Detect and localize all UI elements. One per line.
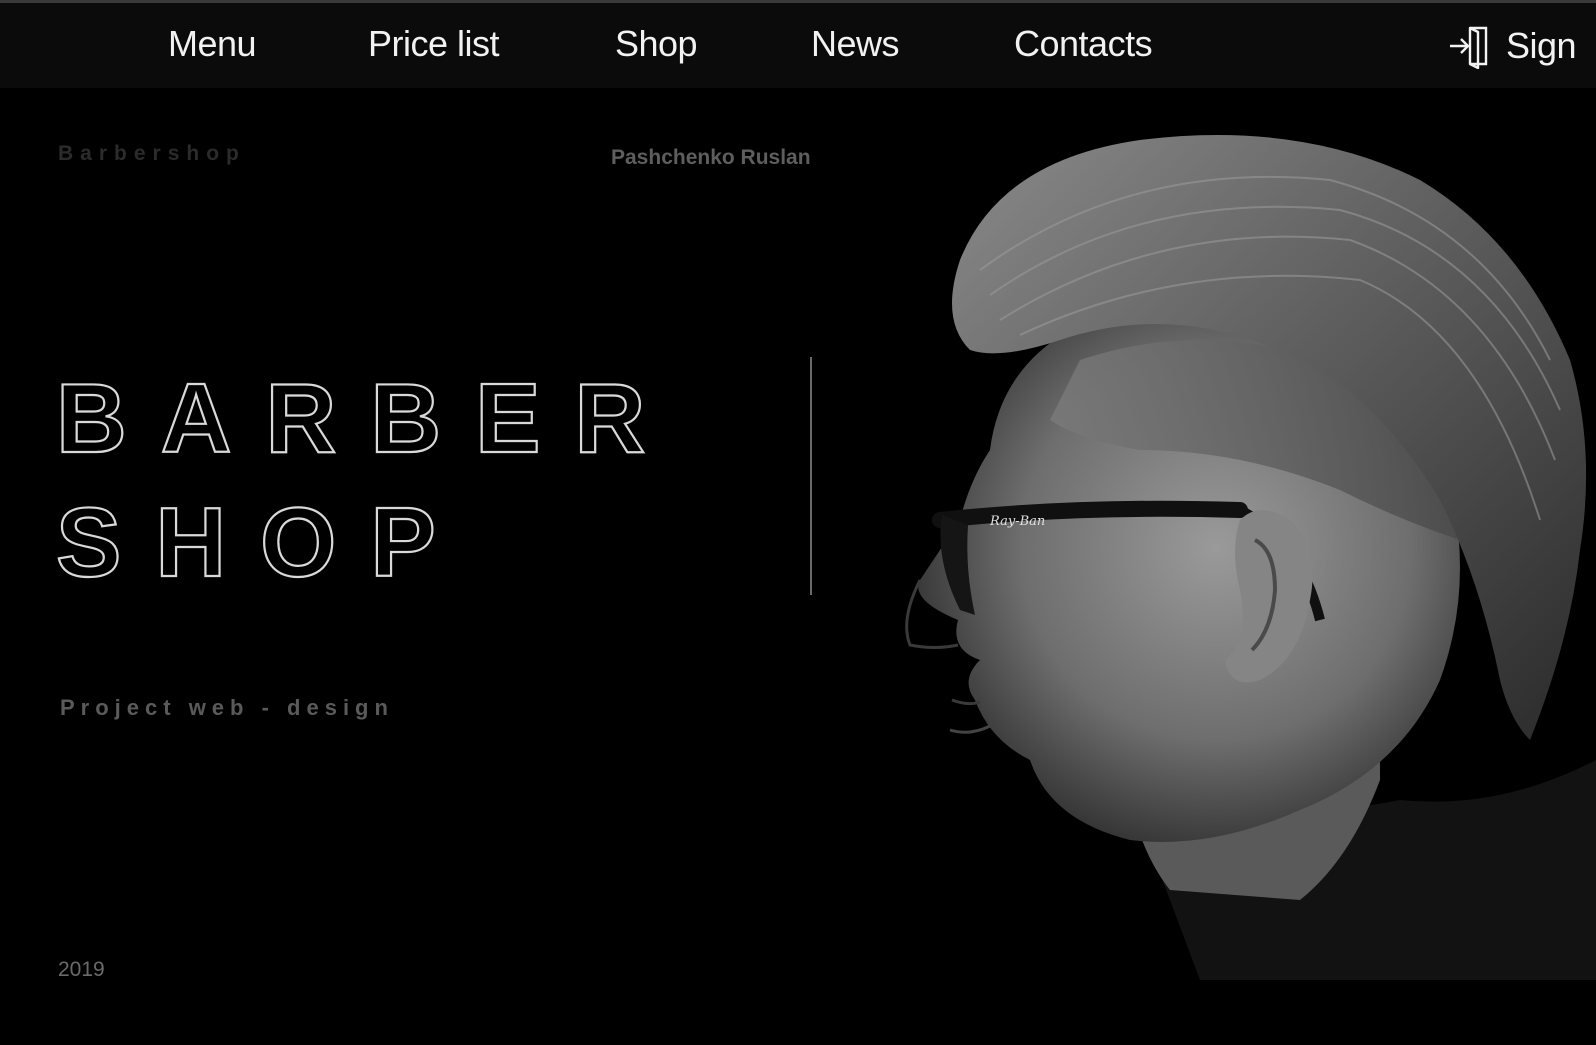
nav-item-shop[interactable]: Shop [615,23,698,65]
sign-in-icon [1448,23,1494,69]
nav-item-news[interactable]: News [811,23,900,65]
nav-item-price-list[interactable]: Price list [368,23,500,65]
top-navigation-bar: Menu Price list Shop News Contacts Sign [0,0,1596,88]
barber-portrait-image: Ray-Ban [905,135,1596,980]
nav-item-menu[interactable]: Menu [168,23,257,65]
nav-item-contacts[interactable]: Contacts [1014,23,1153,65]
year-label: 2019 [58,958,105,981]
headline-line-1: BARBER [56,363,679,473]
glasses-brand-text: Ray-Ban [989,514,1045,529]
author-name: Pashchenko Ruslan [611,146,811,169]
headline: BARBER SHOP [55,362,679,598]
headline-line-2: SHOP [56,487,470,597]
brand-small-label: Barbershop [58,142,246,165]
vertical-divider [810,357,812,595]
sign-in-button[interactable]: Sign [1448,23,1577,69]
project-subtitle: Project web - design [60,695,394,720]
sign-in-label: Sign [1506,25,1577,66]
